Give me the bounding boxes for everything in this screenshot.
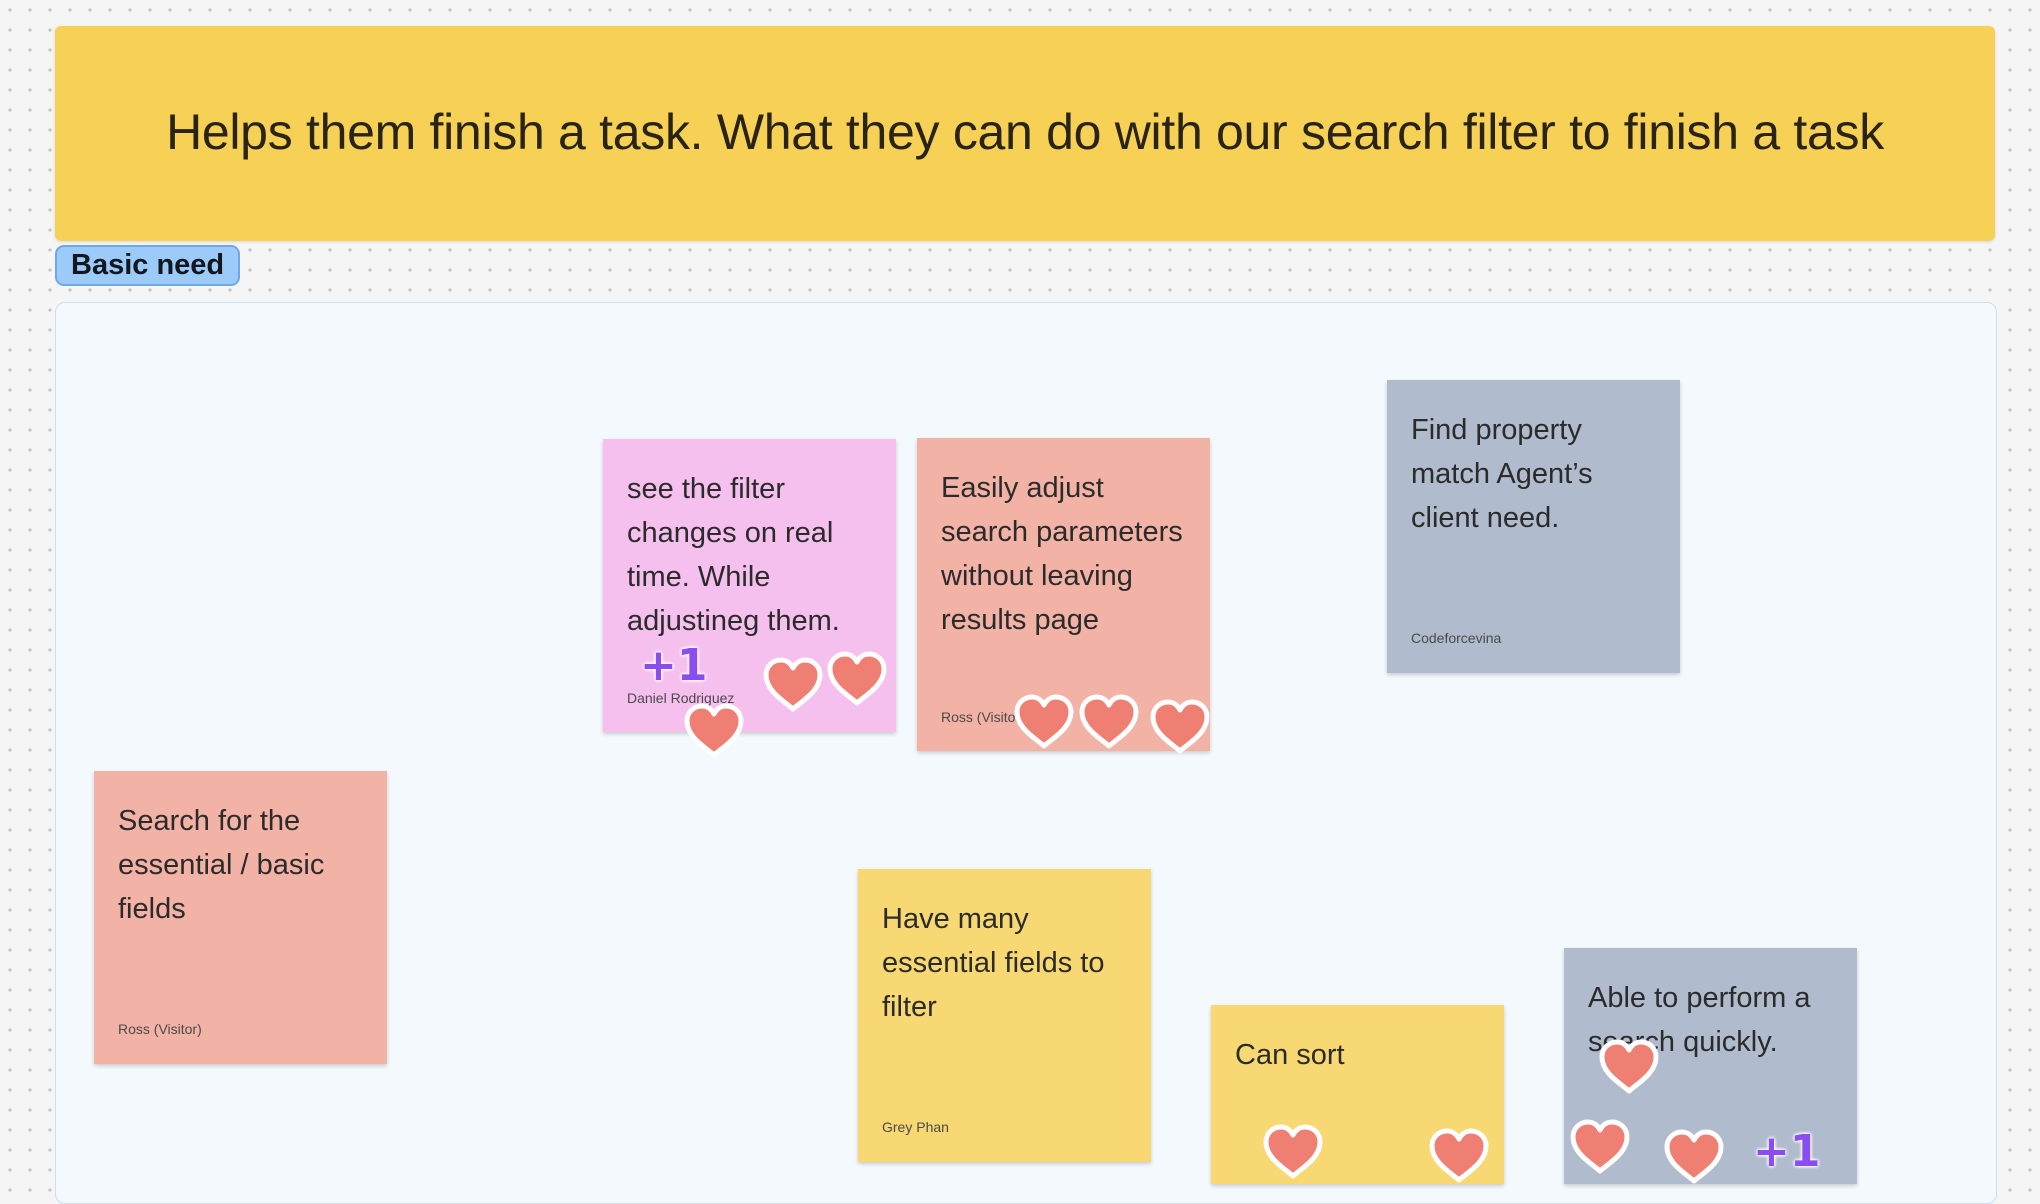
sticky-text: Search for the essential / basic fields xyxy=(118,805,325,925)
heart-stamp-icon[interactable] xyxy=(826,651,888,709)
sticky-text: Find property match Agent’s client need. xyxy=(1411,414,1593,534)
sticky-text: see the filter changes on real time. Whi… xyxy=(627,473,840,637)
sticky-note[interactable]: Have many essential fields to filter Gre… xyxy=(858,869,1151,1162)
header-banner[interactable]: Helps them finish a task. What they can … xyxy=(55,26,1995,241)
banner-title: Helps them finish a task. What they can … xyxy=(166,103,1884,160)
sticky-note[interactable]: Find property match Agent’s client need.… xyxy=(1387,380,1680,673)
heart-stamp-icon[interactable] xyxy=(1663,1129,1725,1187)
plus-one-stamp-icon[interactable]: +1 xyxy=(640,640,707,691)
sticky-text: Can sort xyxy=(1235,1039,1345,1071)
sticky-author: Codeforcevina xyxy=(1411,630,1502,646)
sticky-author: Grey Phan xyxy=(882,1119,949,1135)
heart-stamp-icon[interactable] xyxy=(1013,694,1075,752)
sticky-text: Have many essential fields to filter xyxy=(882,903,1105,1023)
sticky-note[interactable]: Search for the essential / basic fields … xyxy=(94,771,387,1064)
plus-one-stamp-icon[interactable]: +1 xyxy=(1753,1126,1820,1177)
sticky-text: Easily adjust search parameters without … xyxy=(941,472,1183,636)
section-label[interactable]: Basic need xyxy=(55,245,241,286)
heart-stamp-icon[interactable] xyxy=(1149,699,1211,757)
heart-stamp-icon[interactable] xyxy=(762,657,824,715)
heart-stamp-icon[interactable] xyxy=(1598,1039,1660,1097)
heart-stamp-icon[interactable] xyxy=(683,703,745,761)
heart-stamp-icon[interactable] xyxy=(1078,694,1140,752)
heart-stamp-icon[interactable] xyxy=(1428,1128,1490,1186)
heart-stamp-icon[interactable] xyxy=(1262,1124,1324,1182)
sticky-author: Ross (Visitor) xyxy=(118,1021,202,1037)
heart-stamp-icon[interactable] xyxy=(1569,1119,1631,1177)
